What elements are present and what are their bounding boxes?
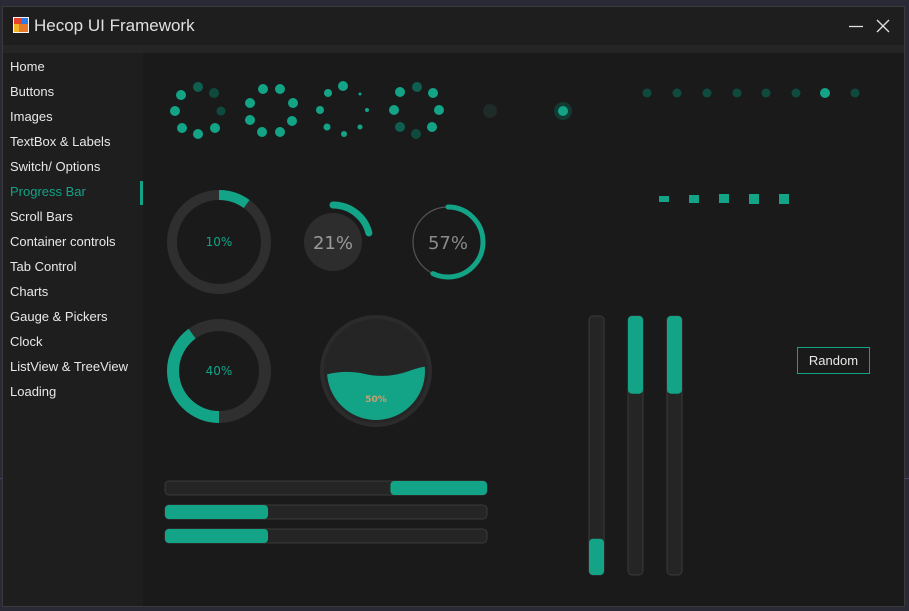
sidebar-item-textbox-labels[interactable]: TextBox & Labels [3,131,143,155]
progress-wave-50-label: 50% [365,395,387,405]
app-window: Hecop UI Framework Home Buttons Images T… [2,6,905,607]
sidebar-item-label: Scroll Bars [10,209,73,224]
sidebar-item-label: Charts [10,284,49,299]
progress-ring-10-label: 10% [206,235,233,249]
sidebar-item-buttons[interactable]: Buttons [3,81,143,105]
progress-pie-21-label: 21% [313,233,353,254]
sidebar-item-label: Clock [10,334,43,349]
sidebar-item-scroll-bars[interactable]: Scroll Bars [3,206,143,230]
minimize-icon[interactable] [843,13,869,39]
sidebar-item-label: Tab Control [10,259,77,274]
content-panel: 10% 21% 57% 40% 50% Random [143,53,904,606]
sidebar-item-label: Gauge & Pickers [10,309,108,324]
sidebar-item-loading[interactable]: Loading [3,381,143,405]
random-button[interactable]: Random [797,347,870,374]
pulse-dot-1 [483,104,497,118]
sidebar-item-label: TextBox & Labels [10,134,111,149]
pulse-dot-2 [558,106,568,116]
square-loader [659,194,789,204]
sidebar-item-switch-options[interactable]: Switch/ Options [3,156,143,180]
title-bar[interactable]: Hecop UI Framework [3,7,904,45]
sidebar-item-gauge-pickers[interactable]: Gauge & Pickers [3,306,143,330]
horizontal-progress-bars [164,480,488,544]
sidebar-item-label: Buttons [10,84,55,99]
spinner-1 [170,82,226,139]
progress-pie-21: 21% [292,201,374,283]
progress-ring-57: 57% [410,204,486,280]
sidebar-item-images[interactable]: Images [3,106,143,130]
spinner-4 [389,82,444,139]
window-title: Hecop UI Framework [34,16,195,35]
app-icon [13,17,29,33]
title-divider [3,45,904,53]
sidebar-item-tab-control[interactable]: Tab Control [3,256,143,280]
progress-wave-50: 50% [320,315,432,427]
sidebar-item-label: Home [10,59,45,74]
sidebar-item-label: Progress Bar [10,184,86,199]
sidebar-item-charts[interactable]: Charts [3,281,143,305]
progress-canvas: 10% 21% 57% 40% 50% [164,81,860,576]
progress-ring-10: 10% [167,190,271,294]
sidebar-item-clock[interactable]: Clock [3,331,143,355]
sidebar-item-home[interactable]: Home [3,56,143,80]
sidebar: Home Buttons Images TextBox & Labels Swi… [3,53,143,606]
progress-ring-57-label: 57% [428,233,468,254]
close-icon[interactable] [870,13,896,39]
dot-loader [642,88,860,98]
progress-ring-40: 40% [167,319,271,423]
vertical-progress-bars [588,315,683,576]
spinner-2 [245,84,298,137]
spinner-3 [316,81,369,137]
sidebar-item-progress-bar[interactable]: Progress Bar [3,181,143,205]
sidebar-item-label: Loading [10,384,57,399]
sidebar-item-label: Switch/ Options [10,159,101,174]
sidebar-item-label: Container controls [10,234,116,249]
progress-ring-40-label: 40% [206,364,233,378]
sidebar-item-label: Images [10,109,53,124]
sidebar-item-label: ListView & TreeView [10,359,129,374]
sidebar-item-listview-treeview[interactable]: ListView & TreeView [3,356,143,380]
sidebar-item-container-controls[interactable]: Container controls [3,231,143,255]
